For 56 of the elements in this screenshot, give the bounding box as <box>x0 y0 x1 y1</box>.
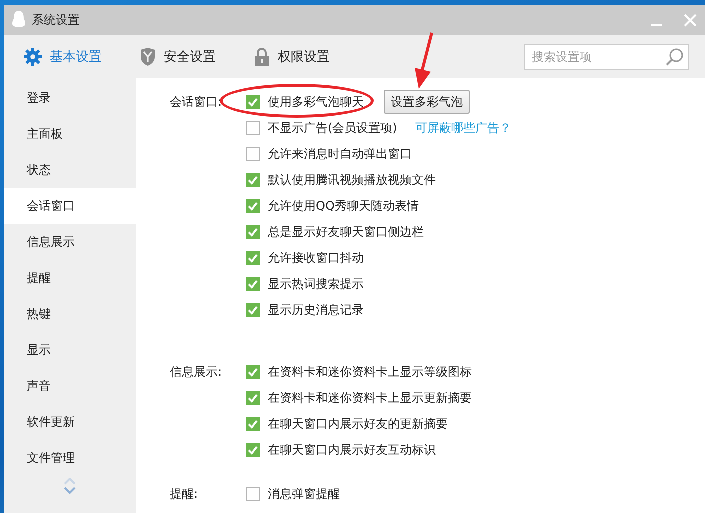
sidebar-item[interactable]: 文件管理 <box>4 440 136 476</box>
section-label: 信息展示: <box>170 364 224 381</box>
sidebar-item[interactable]: 显示 <box>4 332 136 368</box>
checkbox[interactable] <box>246 251 260 265</box>
option-label: 显示历史消息记录 <box>268 302 364 318</box>
checkbox[interactable] <box>246 173 260 187</box>
sidebar-item[interactable]: 热键 <box>4 296 136 332</box>
checkbox[interactable] <box>246 391 260 405</box>
option-label: 允许使用QQ秀聊天随动表情 <box>268 198 419 214</box>
scroll-up-icon[interactable] <box>64 478 76 485</box>
option-label: 允许接收窗口抖动 <box>268 250 364 266</box>
option-label: 在资料卡和迷你资料卡上显示更新摘要 <box>268 390 472 406</box>
section-label: 提醒: <box>170 486 200 503</box>
sidebar-item[interactable]: 声音 <box>4 368 136 404</box>
checkbox[interactable] <box>246 225 260 239</box>
sidebar-item[interactable]: 软件更新 <box>4 404 136 440</box>
checkbox[interactable] <box>246 121 260 135</box>
sidebar-item[interactable]: 主面板 <box>4 116 136 152</box>
option-label: 使用多彩气泡聊天 <box>268 94 364 110</box>
option-label: 显示热词搜索提示 <box>268 276 364 292</box>
option-label: 在资料卡和迷你资料卡上显示等级图标 <box>268 364 472 380</box>
search-field[interactable]: 搜索设置项 <box>524 44 689 70</box>
close-icon[interactable] <box>684 14 697 26</box>
shield-icon <box>140 48 156 66</box>
option-label: 总是显示好友聊天窗口侧边栏 <box>268 224 424 240</box>
bubble-settings-button[interactable]: 设置多彩气泡 <box>384 90 470 114</box>
option-label: 在聊天窗口内展示好友的更新摘要 <box>268 416 448 432</box>
option-label: 消息弹窗提醒 <box>268 486 340 502</box>
sidebar-item[interactable]: 信息展示 <box>4 224 136 260</box>
penguin-icon <box>12 11 26 29</box>
settings-tab[interactable]: 权限设置 <box>254 48 330 66</box>
checkbox[interactable] <box>246 95 260 109</box>
checkbox[interactable] <box>246 417 260 431</box>
checkbox[interactable] <box>246 487 260 501</box>
settings-tab[interactable]: 安全设置 <box>140 48 216 66</box>
window-title: 系统设置 <box>32 12 81 28</box>
option-label: 默认使用腾讯视频播放视频文件 <box>268 172 436 188</box>
sidebar-item[interactable]: 会话窗口 <box>4 188 136 224</box>
gear-icon <box>24 48 42 66</box>
section-label: 会话窗口: <box>170 94 224 111</box>
checkbox[interactable] <box>246 199 260 213</box>
checkbox[interactable] <box>246 147 260 161</box>
scroll-down-icon[interactable] <box>64 487 76 494</box>
search-icon[interactable] <box>666 48 684 66</box>
checkbox[interactable] <box>246 277 260 291</box>
option-label: 不显示广告(会员设置项) <box>268 120 398 136</box>
settings-tab[interactable]: 基本设置 <box>24 48 102 66</box>
option-label: 在聊天窗口内展示好友互动标识 <box>268 442 436 458</box>
option-label: 允许来消息时自动弹出窗口 <box>268 146 412 162</box>
sidebar-item[interactable]: 提醒 <box>4 260 136 296</box>
sidebar-item[interactable]: 登录 <box>4 80 136 116</box>
lock-icon <box>254 48 270 66</box>
checkbox[interactable] <box>246 443 260 457</box>
sidebar-item[interactable]: 状态 <box>4 152 136 188</box>
checkbox[interactable] <box>246 365 260 379</box>
checkbox[interactable] <box>246 303 260 317</box>
